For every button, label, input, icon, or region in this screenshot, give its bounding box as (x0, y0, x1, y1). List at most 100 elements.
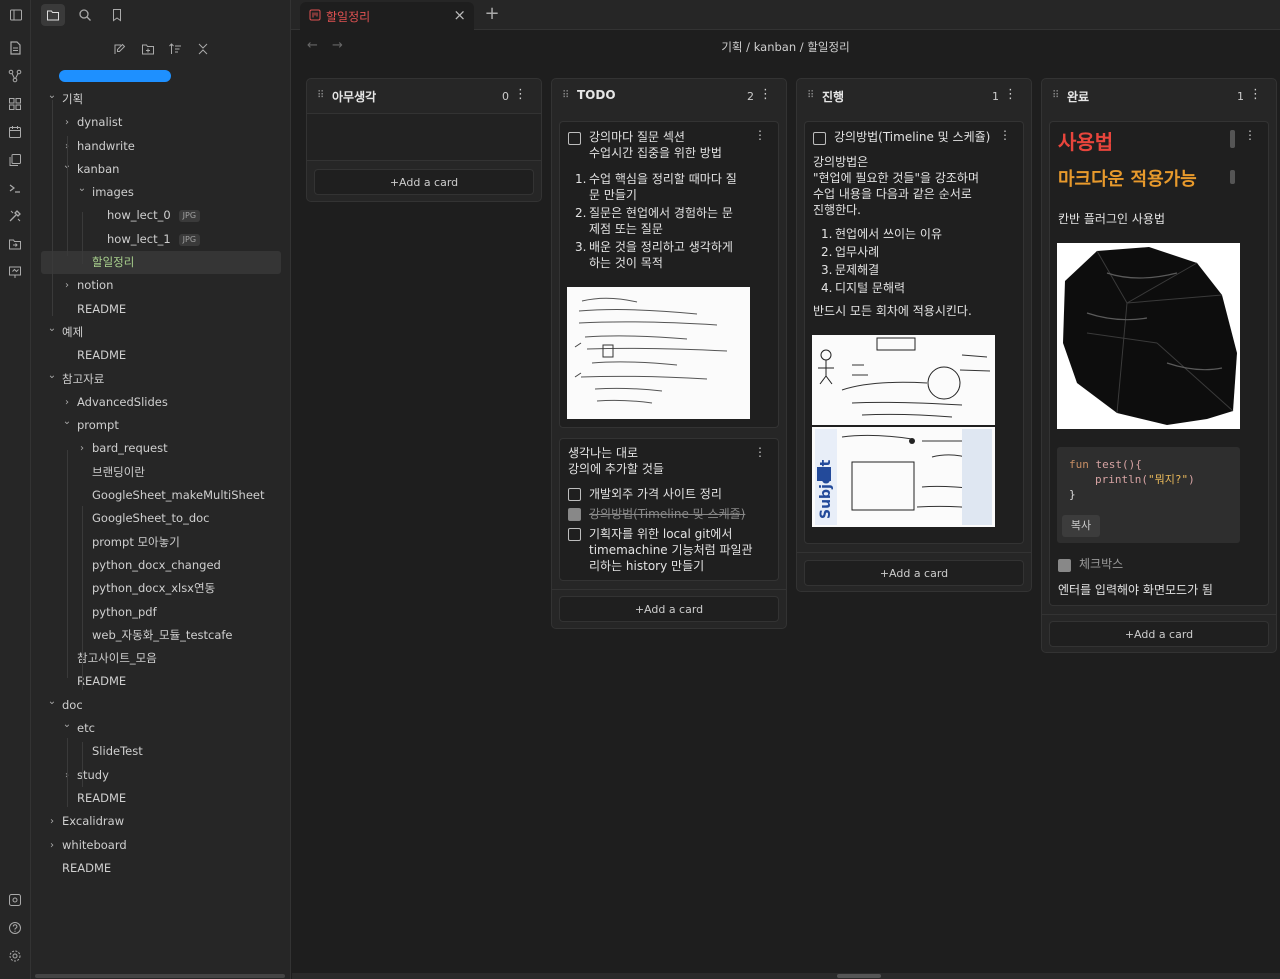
card-checkbox[interactable] (813, 132, 826, 145)
breadcrumb-item[interactable]: 할일정리 (807, 40, 849, 54)
tree-folder[interactable]: ⌄ 참고자료 (31, 368, 291, 391)
sidebar-scrollbar[interactable] (35, 974, 285, 978)
add-card-button[interactable]: +Add a card (314, 169, 534, 195)
tree-file[interactable]: 브랜딩이란 (31, 461, 291, 484)
card-checkbox[interactable] (568, 132, 581, 145)
chevron-down-icon[interactable]: ⌄ (47, 317, 57, 340)
tree-file[interactable]: README (31, 857, 291, 880)
kanban-card[interactable]: ⋮ 강의마다 질문 섹션 수업시간 집중을 위한 방법 1. 수업 핵심을 정리할… (559, 121, 779, 428)
task-checkbox-checked[interactable] (568, 508, 581, 521)
card-menu-icon[interactable]: ⋮ (1244, 128, 1256, 142)
add-card-button[interactable]: +Add a card (804, 560, 1024, 586)
close-tab-icon[interactable]: × (453, 6, 466, 24)
new-folder-icon[interactable] (137, 38, 159, 60)
search-icon[interactable] (73, 4, 97, 26)
chevron-down-icon[interactable]: ⌄ (47, 364, 57, 387)
files-icon[interactable] (5, 38, 25, 58)
collapse-icon[interactable] (192, 38, 214, 60)
tree-folder[interactable]: ⌄ images (31, 181, 291, 204)
tree-file[interactable]: python_docx_changed (31, 554, 291, 577)
tree-file[interactable]: 참고사이트_모음 (31, 647, 291, 670)
scroll-thumb[interactable] (837, 974, 881, 978)
add-card-button[interactable]: +Add a card (1049, 621, 1269, 647)
subject-sketch-image[interactable]: Subject (812, 427, 995, 527)
chevron-down-icon[interactable]: ⌄ (62, 713, 72, 736)
tree-file[interactable]: GoogleSheet_to_doc (31, 507, 291, 530)
chevron-right-icon[interactable]: › (77, 437, 87, 460)
whiteboard-sketch-image[interactable] (812, 335, 995, 425)
chevron-right-icon[interactable]: › (47, 834, 57, 857)
kanban-card[interactable]: ⋮ 사용법 마크다운 적용가능 칸반 플러그인 사용법 fun test(){ … (1049, 121, 1269, 606)
tree-folder[interactable]: › Excalidraw (31, 810, 291, 833)
tree-folder[interactable]: ›study (31, 764, 291, 787)
chevron-right-icon[interactable]: › (62, 111, 72, 134)
drag-handle-icon[interactable]: ⠿ (317, 90, 324, 101)
tree-folder[interactable]: ⌄ 예제 (31, 321, 291, 344)
tree-file[interactable]: README (31, 344, 291, 367)
tree-file[interactable]: prompt 모아놓기 (31, 531, 291, 554)
card-menu-icon[interactable]: ⋮ (999, 128, 1011, 142)
tree-file[interactable]: README (31, 670, 291, 693)
copy-code-button[interactable]: 복사 (1062, 515, 1100, 537)
tree-folder[interactable]: › dynalist (31, 111, 291, 134)
kanban-card[interactable]: ⋮ 강의방법(Timeline 및 스케쥴) 강의방법은 "현업에 필요한 것들… (804, 121, 1024, 544)
bookmark-icon[interactable] (105, 4, 129, 26)
card-scrollbar[interactable] (1230, 170, 1235, 184)
tree-folder[interactable]: ⌄ prompt (31, 414, 291, 437)
sort-icon[interactable] (164, 38, 186, 60)
tree-file[interactable]: SlideTest (31, 740, 291, 763)
settings-icon[interactable] (5, 946, 25, 966)
tree-file[interactable]: python_pdf (31, 601, 291, 624)
breadcrumb-item[interactable]: kanban (754, 40, 796, 54)
calendar-icon[interactable] (5, 122, 25, 142)
add-card-button[interactable]: +Add a card (559, 596, 779, 622)
tree-folder[interactable]: ⌄ etc (31, 717, 291, 740)
vault-icon[interactable] (5, 890, 25, 910)
tab-할일정리[interactable]: 할일정리 × (300, 2, 474, 30)
board-horizontal-scrollbar[interactable] (292, 973, 1280, 979)
chevron-down-icon[interactable]: ⌄ (77, 177, 87, 200)
kanban-card[interactable]: ⋮ 생각나는 대로 강의에 추가할 것들 개발외주 가격 사이트 정리 강의방법… (559, 438, 779, 581)
tools-icon[interactable] (5, 206, 25, 226)
obsidian-rock-image[interactable] (1057, 243, 1240, 429)
tree-folder[interactable]: › whiteboard (31, 834, 291, 857)
new-tab-icon[interactable]: + (482, 3, 502, 24)
chevron-right-icon[interactable]: › (47, 810, 57, 833)
tree-file[interactable]: 할일정리 (41, 251, 281, 275)
help-icon[interactable] (5, 918, 25, 938)
drag-handle-icon[interactable]: ⠿ (807, 90, 814, 101)
handwritten-note-image[interactable] (567, 287, 750, 419)
new-note-icon[interactable] (109, 38, 131, 60)
card-menu-icon[interactable]: ⋮ (754, 445, 766, 459)
tree-folder[interactable]: › notion (31, 274, 291, 297)
card-scrollbar[interactable] (1230, 130, 1235, 148)
lane-menu-icon[interactable]: ⋮ (1249, 87, 1262, 102)
chevron-down-icon[interactable]: ⌄ (47, 690, 57, 713)
card-menu-icon[interactable]: ⋮ (754, 128, 766, 142)
lane-menu-icon[interactable]: ⋮ (759, 87, 772, 102)
sidebar-toggle-icon[interactable] (4, 4, 28, 26)
graph-icon[interactable] (5, 66, 25, 86)
lane-title[interactable]: TODO (577, 88, 616, 102)
task-checkbox[interactable] (568, 488, 581, 501)
lane-title[interactable]: 아무생각 (332, 88, 376, 105)
folder-icon[interactable] (41, 4, 65, 26)
slides-icon[interactable] (5, 262, 25, 282)
task-checkbox-checked[interactable] (1058, 559, 1071, 572)
terminal-icon[interactable] (5, 178, 25, 198)
lane-menu-icon[interactable]: ⋮ (1004, 87, 1017, 102)
task-checkbox[interactable] (568, 528, 581, 541)
canvas-icon[interactable] (5, 94, 25, 114)
folder-move-icon[interactable] (5, 234, 25, 254)
tree-file[interactable]: how_lect_0 JPG (31, 204, 291, 227)
tree-file[interactable]: python_docx_xlsx연동 (31, 577, 291, 600)
lane-menu-icon[interactable]: ⋮ (514, 87, 527, 102)
tree-folder[interactable]: ⌄kanban (31, 158, 291, 181)
tree-file[interactable]: web_자동화_모듈_testcafe (31, 624, 291, 647)
tree-file[interactable]: README (31, 787, 291, 810)
vault-name-redacted[interactable] (59, 70, 171, 82)
chevron-down-icon[interactable]: ⌄ (62, 410, 72, 433)
tree-file[interactable]: README (31, 298, 291, 321)
tree-file[interactable]: GoogleSheet_makeMultiSheet (31, 484, 291, 507)
tree-folder[interactable]: › bard_request (31, 437, 291, 460)
